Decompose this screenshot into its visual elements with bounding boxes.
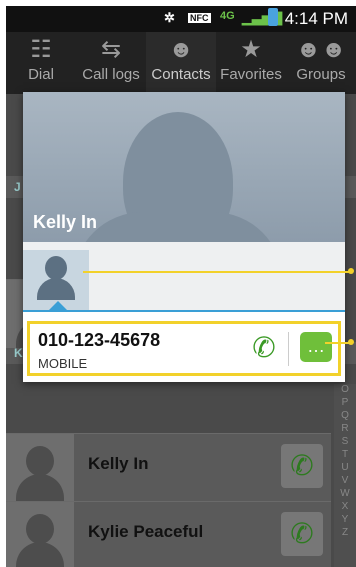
call-button[interactable]: ✆	[281, 512, 323, 556]
contact-photo[interactable]: Kelly In	[23, 92, 345, 242]
tab-dial[interactable]: ☷ Dial	[6, 32, 76, 94]
silhouette-body	[73, 212, 283, 242]
call-button[interactable]: ✆	[281, 444, 323, 488]
contact-name: Kelly In	[88, 454, 149, 473]
quick-contact-card: Kelly In 010-123-45678 MOBILE ✆ …	[23, 92, 345, 382]
contact-name-title: Kelly In	[33, 212, 98, 232]
index-letter[interactable]: O	[334, 384, 356, 397]
star-icon: ★	[240, 36, 262, 63]
alphabet-index[interactable]: O P Q R S T U V W X Y Z	[334, 384, 356, 567]
nfc-icon: NFC	[188, 13, 211, 23]
dialpad-icon: ☷	[30, 36, 52, 63]
tab-label: Call logs	[82, 66, 140, 83]
phone-number-type: MOBILE	[38, 356, 88, 371]
avatar	[6, 502, 74, 567]
groups-icon: ☻☻	[295, 36, 347, 63]
phone-number-row[interactable]: 010-123-45678 MOBILE ✆ …	[27, 321, 341, 376]
contact-row[interactable]: Kylie Peaceful ✆	[6, 501, 331, 567]
message-icon[interactable]: …	[300, 332, 332, 362]
index-letter[interactable]: V	[334, 475, 356, 488]
index-letter[interactable]: Z	[334, 527, 356, 540]
index-letter[interactable]: U	[334, 462, 356, 475]
phone-number: 010-123-45678	[38, 330, 161, 350]
divider	[288, 332, 289, 366]
contact-source-bar	[23, 242, 345, 312]
index-letter[interactable]: Q	[334, 410, 356, 423]
tab-label: Dial	[28, 66, 54, 83]
contact-name: Kylie Peaceful	[88, 522, 204, 541]
battery-icon	[268, 8, 278, 26]
contacts-icon: ☻	[168, 36, 194, 63]
callout-dot	[348, 268, 354, 274]
tab-label: Contacts	[151, 66, 211, 83]
index-letter[interactable]: T	[334, 449, 356, 462]
tab-label: Favorites	[220, 66, 282, 83]
tab-call-logs[interactable]: ⇆ Call logs	[76, 32, 146, 94]
index-letter[interactable]: Y	[334, 514, 356, 527]
tab-bar: ☷ Dial ⇆ Call logs ☻ Contacts ★ Favorite…	[6, 32, 356, 94]
tab-favorites[interactable]: ★ Favorites	[216, 32, 286, 94]
avatar	[6, 434, 74, 502]
index-letter[interactable]: S	[334, 436, 356, 449]
network-4g-icon: 4G	[220, 10, 235, 22]
phone-call-icon[interactable]: ✆	[248, 330, 280, 366]
status-bar: ✲ NFC 4G ▁▃▅▇ 4:14 PM	[6, 6, 356, 32]
index-letter[interactable]: R	[334, 423, 356, 436]
call-logs-icon: ⇆	[100, 36, 122, 63]
index-letter[interactable]: X	[334, 501, 356, 514]
contact-row[interactable]: Kelly In ✆	[6, 433, 331, 502]
tab-label: Groups	[296, 66, 346, 83]
index-letter[interactable]: P	[334, 397, 356, 410]
screen: ✲ NFC 4G ▁▃▅▇ 4:14 PM ☷ Dial ⇆ Call logs…	[6, 6, 356, 567]
tab-groups[interactable]: ☻☻ Groups	[286, 32, 356, 94]
tab-contacts[interactable]: ☻ Contacts	[146, 32, 216, 94]
index-letter[interactable]: W	[334, 488, 356, 501]
callout-line-thumbnail	[83, 271, 351, 273]
bluetooth-icon: ✲	[164, 10, 175, 25]
callout-dot	[348, 339, 354, 345]
selection-pointer	[49, 301, 67, 310]
clock: 4:14 PM	[284, 9, 348, 28]
